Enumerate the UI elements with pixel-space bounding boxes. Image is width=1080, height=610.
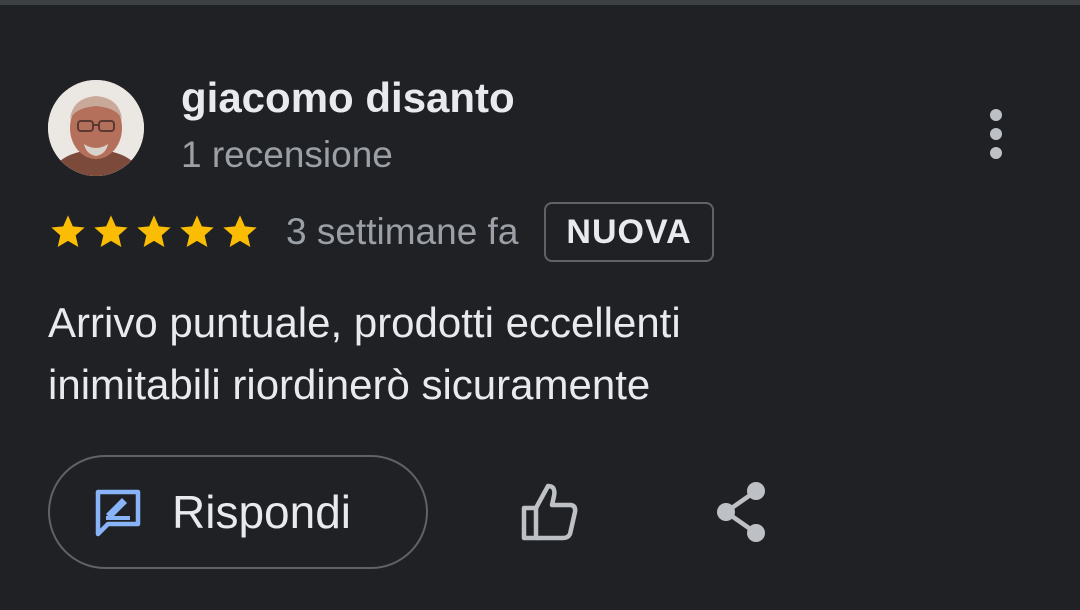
reply-label: Rispondi [172,486,351,538]
more-options-button[interactable] [970,104,1022,164]
more-vertical-icon [990,109,1002,121]
review-timestamp: 3 settimane fa [286,211,519,252]
more-vertical-icon-dot [990,147,1002,159]
avatar[interactable] [48,80,144,176]
reply-button[interactable]: Rispondi [48,455,428,569]
rating-row: 3 settimane fa NUOVA [48,200,714,264]
star-icon [220,212,260,252]
star-icon [177,212,217,252]
review-count: 1 recensione [181,134,393,175]
like-button[interactable] [516,478,584,546]
review-text-line: inimitabili riordinerò sicuramente [48,361,651,408]
top-divider [0,0,1080,5]
new-badge: NUOVA [544,202,714,262]
review-card: giacomo disanto 1 recensione 3 settimane… [0,0,1080,610]
star-rating [48,212,260,252]
share-button[interactable] [710,478,772,546]
thumbs-up-icon [521,483,578,541]
author-name[interactable]: giacomo disanto [181,74,515,122]
share-icon [717,482,765,542]
review-text-line: Arrivo puntuale, prodotti eccellenti [48,299,681,346]
avatar-portrait [48,80,144,176]
reply-edit-icon [92,486,144,538]
star-icon [91,212,131,252]
review-text: Arrivo puntuale, prodotti eccellenti ini… [48,292,1008,416]
more-vertical-icon-dot [990,128,1002,140]
star-icon [48,212,88,252]
star-icon [134,212,174,252]
